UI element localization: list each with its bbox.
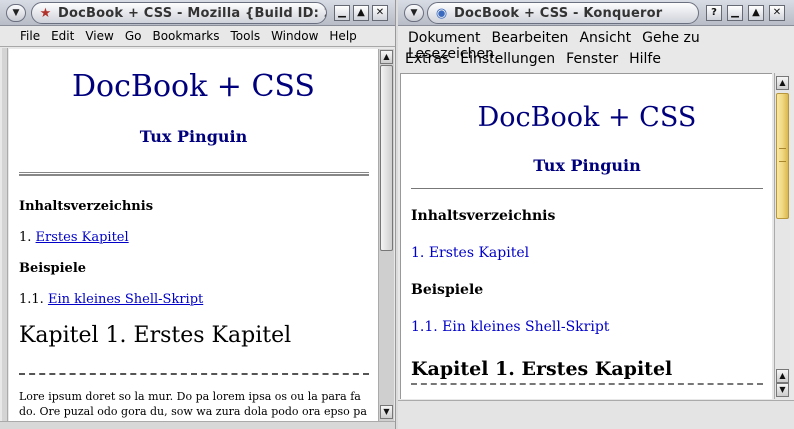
konqueror-menubar-row2: Extras Einstellungen Fenster Hilfe bbox=[405, 51, 794, 67]
mozilla-star-icon: ★ bbox=[39, 6, 52, 21]
mozilla-statusbar bbox=[0, 421, 395, 429]
menu-go[interactable]: Go bbox=[125, 29, 142, 43]
konqueror-title-pill[interactable]: ◉ DocBook + CSS - Konqueror bbox=[427, 2, 699, 24]
toc-entry: 1. Erstes Kapitel bbox=[19, 230, 129, 245]
toc-number: 1. bbox=[19, 230, 32, 245]
toc-entry: 1. Erstes Kapitel bbox=[411, 245, 529, 261]
menu-ansicht[interactable]: Ansicht bbox=[579, 30, 631, 46]
maximize-button[interactable]: ▲ bbox=[748, 5, 764, 21]
mozilla-content: DocBook + CSS Tux Pinguin Inhaltsverzeic… bbox=[9, 49, 378, 421]
menu-bearbeiten[interactable]: Bearbeiten bbox=[492, 30, 569, 46]
konqueror-window: ▼ ◉ DocBook + CSS - Konqueror ? ▁ ▲ ✕ Do… bbox=[398, 0, 794, 429]
menu-dokument[interactable]: Dokument bbox=[408, 30, 481, 46]
example-link-shell-skript[interactable]: Ein kleines Shell-Skript bbox=[48, 292, 203, 307]
toc-heading: Inhaltsverzeichnis bbox=[19, 199, 154, 214]
chapter-heading: Kapitel 1. Erstes Kapitel bbox=[411, 358, 673, 380]
example-entry: 1.1. Ein kleines Shell-Skript bbox=[411, 319, 609, 335]
konqueror-window-title: DocBook + CSS - Konqueror bbox=[454, 6, 663, 21]
menu-window[interactable]: Window bbox=[271, 29, 318, 43]
doc-title: DocBook + CSS bbox=[71, 69, 315, 104]
menu-tools[interactable]: Tools bbox=[231, 29, 261, 43]
konqueror-statusbar bbox=[398, 400, 794, 429]
examples-heading: Beispiele bbox=[411, 282, 484, 298]
title-rule bbox=[19, 172, 369, 176]
minimize-button[interactable]: ▁ bbox=[727, 5, 743, 21]
doc-title: DocBook + CSS bbox=[477, 102, 697, 133]
menu-fenster[interactable]: Fenster bbox=[566, 51, 618, 67]
maximize-button[interactable]: ▲ bbox=[353, 5, 369, 21]
menu-file[interactable]: File bbox=[20, 29, 40, 43]
mozilla-menubar: File Edit View Go Bookmarks Tools Window Help bbox=[20, 29, 395, 43]
mozilla-title-pill[interactable]: ★ DocBook + CSS - Mozilla {Build ID: 2 bbox=[31, 2, 327, 24]
example-link-shell-skript[interactable]: Ein kleines Shell-Skript bbox=[442, 319, 609, 335]
close-button[interactable]: ✕ bbox=[769, 5, 785, 21]
konqueror-vertical-scrollbar[interactable]: ▲ ▲ ▼ bbox=[774, 73, 790, 399]
doc-author: Tux Pinguin bbox=[533, 156, 641, 175]
menu-extras[interactable]: Extras bbox=[405, 51, 449, 67]
sidebar-grippy[interactable] bbox=[2, 48, 8, 424]
konqueror-globe-icon: ◉ bbox=[435, 6, 448, 21]
toc-heading: Inhaltsverzeichnis bbox=[411, 208, 556, 224]
konqueror-content: DocBook + CSS Tux Pinguin Inhaltsverzeic… bbox=[400, 73, 772, 399]
chapter-heading: Kapitel 1. Erstes Kapitel bbox=[19, 323, 292, 348]
paragraph-line-1: Lore ipsum doret so la mur. Do pa lorem … bbox=[19, 390, 361, 403]
chapter-paragraph: Lore ipsum doret so la mur. Do pa lorem … bbox=[19, 389, 367, 419]
menu-hilfe[interactable]: Hilfe bbox=[629, 51, 661, 67]
menu-einstellungen[interactable]: Einstellungen bbox=[460, 51, 555, 67]
example-entry: 1.1. Ein kleines Shell-Skript bbox=[19, 292, 203, 307]
scrollbar-thumb[interactable] bbox=[380, 65, 393, 251]
scroll-down-arrow-icon[interactable]: ▼ bbox=[380, 405, 393, 419]
examples-heading: Beispiele bbox=[19, 261, 87, 276]
example-number: 1.1. bbox=[411, 319, 438, 335]
scroll-down-arrow-up-icon[interactable]: ▲ bbox=[776, 369, 789, 383]
menubar-divider bbox=[0, 46, 395, 47]
window-menu-chevron-icon[interactable]: ▼ bbox=[6, 4, 26, 22]
doc-author: Tux Pinguin bbox=[139, 127, 248, 146]
mozilla-window-title: DocBook + CSS - Mozilla {Build ID: 2 bbox=[58, 6, 327, 21]
mozilla-vertical-scrollbar[interactable]: ▲ ▼ bbox=[378, 49, 394, 421]
toc-link-erstes-kapitel[interactable]: Erstes Kapitel bbox=[429, 245, 529, 261]
example-number: 1.1. bbox=[19, 292, 44, 307]
help-button[interactable]: ? bbox=[706, 5, 722, 21]
menu-gehe-zu[interactable]: Gehe zu bbox=[642, 30, 700, 46]
close-button[interactable]: ✕ bbox=[372, 5, 388, 21]
toc-link-erstes-kapitel[interactable]: Erstes Kapitel bbox=[36, 230, 129, 245]
menu-bookmarks[interactable]: Bookmarks bbox=[152, 29, 219, 43]
scrollbar-thumb[interactable] bbox=[776, 93, 789, 219]
menu-view[interactable]: View bbox=[85, 29, 113, 43]
thumb-grip bbox=[779, 148, 786, 162]
minimize-button[interactable]: ▁ bbox=[334, 5, 350, 21]
mozilla-titlebar[interactable]: ▼ ★ DocBook + CSS - Mozilla {Build ID: 2… bbox=[0, 0, 395, 26]
scroll-up-arrow-icon[interactable]: ▲ bbox=[380, 50, 393, 64]
title-rule bbox=[411, 188, 763, 189]
window-menu-chevron-icon[interactable]: ▼ bbox=[404, 4, 424, 22]
chapter-rule bbox=[19, 373, 369, 375]
menu-edit[interactable]: Edit bbox=[51, 29, 74, 43]
konqueror-titlebar[interactable]: ▼ ◉ DocBook + CSS - Konqueror ? ▁ ▲ ✕ bbox=[398, 0, 794, 26]
scroll-up-arrow-icon[interactable]: ▲ bbox=[776, 76, 789, 90]
mozilla-window: ▼ ★ DocBook + CSS - Mozilla {Build ID: 2… bbox=[0, 0, 396, 429]
toc-number: 1. bbox=[411, 245, 425, 261]
paragraph-line-2: do. Ore puzal odo gora du, sow wa zura d… bbox=[19, 405, 367, 418]
scroll-down-arrow-icon[interactable]: ▼ bbox=[776, 383, 789, 397]
chapter-rule bbox=[411, 383, 763, 385]
menu-help[interactable]: Help bbox=[329, 29, 356, 43]
